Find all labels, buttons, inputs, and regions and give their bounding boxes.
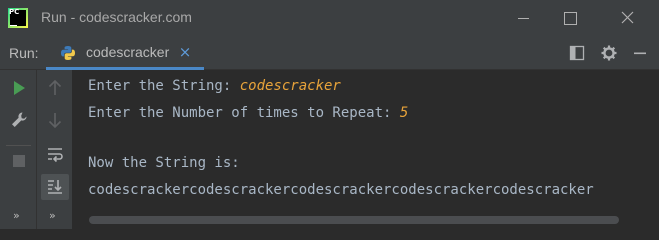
console-line: Enter the Number of times to Repeat: 5 bbox=[88, 105, 408, 121]
pycharm-logo-icon: PC bbox=[8, 8, 28, 28]
more-icon[interactable]: » bbox=[49, 209, 56, 222]
layout-icon[interactable] bbox=[569, 45, 585, 61]
minimize-panel-icon[interactable] bbox=[632, 45, 648, 61]
console-line: Now the String is: bbox=[88, 155, 240, 171]
soft-wrap-icon[interactable] bbox=[45, 145, 65, 165]
scroll-to-end-toggle[interactable] bbox=[41, 174, 69, 200]
user-input-text: 5 bbox=[399, 105, 409, 121]
arrow-down-icon[interactable] bbox=[45, 110, 65, 130]
wrench-icon[interactable] bbox=[9, 110, 29, 130]
maximize-icon[interactable] bbox=[547, 0, 593, 36]
console-output[interactable]: Enter the String: codescracker Enter the… bbox=[73, 70, 659, 229]
stop-icon[interactable] bbox=[9, 151, 29, 171]
tab-close-icon[interactable]: × bbox=[178, 43, 192, 61]
tab-label: codescracker bbox=[86, 44, 170, 60]
horizontal-scrollbar[interactable] bbox=[89, 216, 619, 224]
toolbar-separator bbox=[6, 145, 31, 146]
arrow-up-icon[interactable] bbox=[45, 78, 65, 98]
run-toolbar-primary: » bbox=[0, 70, 37, 229]
console-line: codescrackercodescrackercodescrackercode… bbox=[88, 182, 594, 198]
more-icon[interactable]: » bbox=[13, 209, 20, 222]
run-icon[interactable] bbox=[9, 78, 29, 98]
window-title: Run - codescracker.com bbox=[41, 9, 192, 25]
prompt-text: Enter the Number of times to Repeat: bbox=[88, 105, 400, 121]
logo-text: PC bbox=[9, 8, 20, 16]
tab-codescracker[interactable]: codescracker × bbox=[46, 36, 204, 70]
user-input-text: codescracker bbox=[239, 78, 341, 94]
run-toolbar-secondary: » bbox=[37, 70, 73, 229]
console-line: Enter the String: codescracker bbox=[88, 78, 341, 94]
scroll-to-end-icon bbox=[48, 180, 62, 194]
run-tool-window-header: Run: codescracker × bbox=[0, 36, 659, 70]
run-label: Run: bbox=[9, 45, 39, 61]
minimize-icon[interactable] bbox=[500, 0, 546, 36]
title-bar: PC Run - codescracker.com bbox=[0, 0, 659, 36]
close-icon[interactable] bbox=[605, 0, 651, 36]
prompt-text: Enter the String: bbox=[88, 78, 240, 94]
python-icon bbox=[61, 46, 75, 60]
gear-icon[interactable] bbox=[601, 45, 617, 61]
